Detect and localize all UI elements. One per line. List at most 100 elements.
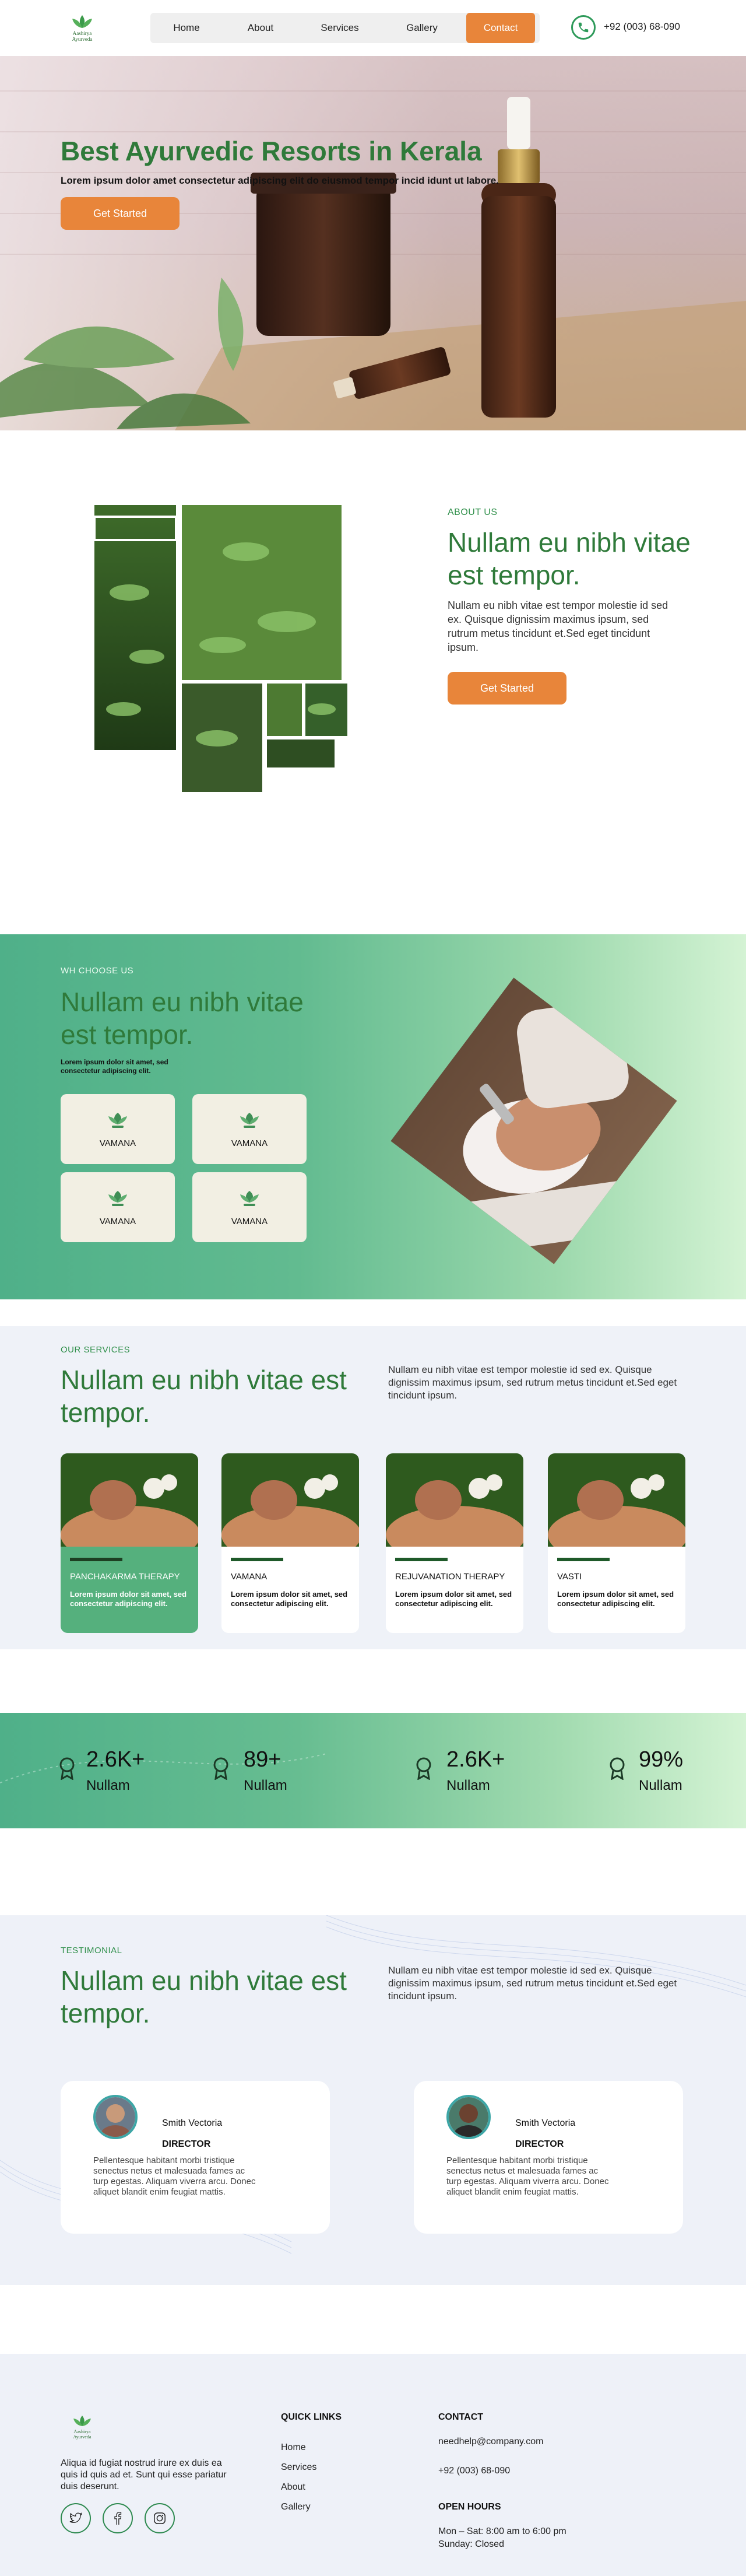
footer-link-gallery[interactable]: Gallery bbox=[281, 2502, 311, 2512]
herb-icon bbox=[240, 1112, 259, 1128]
footer-link-services[interactable]: Services bbox=[281, 2462, 316, 2473]
main-nav: Home About Services Gallery Contact bbox=[150, 13, 540, 43]
instagram-icon[interactable] bbox=[145, 2503, 175, 2533]
why-text: Lorem ipsum dolor sit amet, sed consecte… bbox=[61, 1058, 168, 1075]
accent-bar bbox=[231, 1558, 283, 1561]
footer-logo-line-1: Aashirya bbox=[74, 2429, 91, 2434]
service-desc: Lorem ipsum dolor sit amet, sed consecte… bbox=[557, 1590, 674, 1608]
service-photo bbox=[221, 1453, 359, 1564]
footer-logo[interactable]: Aashirya Ayurveda bbox=[65, 2413, 99, 2441]
services-label: OUR SERVICES bbox=[61, 1345, 131, 1355]
herb-icon bbox=[108, 1112, 127, 1128]
stat-label: Nullam bbox=[446, 1778, 490, 1793]
stat-value: 89+ bbox=[244, 1747, 281, 1772]
service-photo bbox=[548, 1453, 685, 1564]
review-quote: Pellentesque habitant morbi tristique se… bbox=[446, 2156, 609, 2197]
why-card[interactable]: VAMANA bbox=[61, 1094, 175, 1164]
why-card-label: VAMANA bbox=[99, 1138, 136, 1148]
service-desc: Lorem ipsum dolor sit amet, sed consecte… bbox=[231, 1590, 348, 1608]
service-card[interactable]: VAMANA Lorem ipsum dolor sit amet, sed c… bbox=[221, 1453, 359, 1633]
open-hours-heading: OPEN HOURS bbox=[438, 2502, 501, 2512]
why-card-label: VAMANA bbox=[231, 1138, 268, 1148]
nav-gallery[interactable]: Gallery bbox=[381, 13, 463, 43]
herb-icon bbox=[108, 1190, 127, 1206]
why-card[interactable]: VAMANA bbox=[192, 1172, 307, 1242]
service-photo bbox=[61, 1453, 198, 1564]
footer-phone[interactable]: +92 (003) 68-090 bbox=[438, 2466, 510, 2476]
nav-services[interactable]: Services bbox=[298, 13, 381, 43]
avatar bbox=[446, 2095, 491, 2139]
award-icon bbox=[416, 1757, 431, 1780]
about-label: ABOUT US bbox=[448, 507, 498, 517]
hours-weekdays: Mon – Sat: 8:00 am to 6:00 pm bbox=[438, 2526, 566, 2536]
stat-label: Nullam bbox=[639, 1778, 682, 1793]
avatar bbox=[93, 2095, 138, 2139]
service-name: VAMANA bbox=[231, 1572, 268, 1582]
review-quote: Pellentesque habitant morbi tristique se… bbox=[93, 2156, 256, 2197]
twitter-icon[interactable] bbox=[61, 2503, 91, 2533]
brand-logo[interactable]: Aashirya Ayurveda bbox=[64, 12, 100, 44]
nav-home[interactable]: Home bbox=[150, 13, 223, 43]
reviewer-role: DIRECTOR bbox=[515, 2139, 564, 2149]
reviewer-name: Smith Vectoria bbox=[515, 2118, 576, 2128]
contact-heading: CONTACT bbox=[438, 2412, 484, 2422]
about-text: Nullam eu nibh vitae est tempor molestie… bbox=[448, 600, 668, 653]
accent-bar bbox=[70, 1558, 122, 1561]
services-title: Nullam eu nibh vitae est tempor. bbox=[61, 1365, 347, 1428]
service-name: REJUVANATION THERAPY bbox=[395, 1572, 505, 1582]
why-label: WH CHOOSE US bbox=[61, 966, 134, 976]
facebook-icon[interactable] bbox=[103, 2503, 133, 2533]
hero-get-started-button[interactable]: Get Started bbox=[61, 197, 180, 230]
accent-bar bbox=[557, 1558, 610, 1561]
logo-line-1: Aashirya bbox=[73, 30, 92, 36]
hours-sunday: Sunday: Closed bbox=[438, 2539, 504, 2549]
stat-value: 2.6K+ bbox=[86, 1747, 145, 1772]
phone-icon[interactable] bbox=[571, 15, 596, 40]
service-desc: Lorem ipsum dolor sit amet, sed consecte… bbox=[70, 1590, 187, 1608]
about-image-collage bbox=[94, 505, 347, 792]
hero-section bbox=[0, 56, 746, 430]
accent-bar bbox=[395, 1558, 448, 1561]
why-title: Nullam eu nibh vitae est tempor. bbox=[61, 987, 304, 1050]
award-icon bbox=[213, 1757, 228, 1780]
header-phone[interactable]: +92 (003) 68-090 bbox=[604, 21, 680, 33]
logo-line-2: Ayurveda bbox=[72, 36, 93, 42]
about-get-started-button[interactable]: Get Started bbox=[448, 672, 566, 705]
quick-links-heading: QUICK LINKS bbox=[281, 2412, 342, 2422]
footer-link-home[interactable]: Home bbox=[281, 2442, 306, 2453]
hero-title: Best Ayurvedic Resorts in Kerala bbox=[61, 136, 482, 166]
footer-about-text: Aliqua id fugiat nostrud irure ex duis e… bbox=[61, 2458, 227, 2491]
nav-contact[interactable]: Contact bbox=[466, 13, 535, 43]
footer-email[interactable]: needhelp@company.com bbox=[438, 2437, 544, 2447]
service-desc: Lorem ipsum dolor sit amet, sed consecte… bbox=[395, 1590, 512, 1608]
hero-subtitle: Lorem ipsum dolor amet consectetur adipi… bbox=[61, 175, 499, 186]
reviewer-name: Smith Vectoria bbox=[162, 2118, 223, 2128]
service-card[interactable]: REJUVANATION THERAPY Lorem ipsum dolor s… bbox=[386, 1453, 523, 1633]
services-text: Nullam eu nibh vitae est tempor molestie… bbox=[388, 1364, 677, 1401]
why-card-label: VAMANA bbox=[99, 1216, 136, 1226]
reviewer-role: DIRECTOR bbox=[162, 2139, 211, 2149]
why-card-label: VAMANA bbox=[231, 1216, 268, 1226]
testimonial-title: Nullam eu nibh vitae est tempor. bbox=[61, 1965, 347, 2028]
service-photo bbox=[386, 1453, 523, 1564]
herb-icon bbox=[240, 1190, 259, 1206]
footer-logo-line-2: Ayurveda bbox=[73, 2434, 92, 2440]
why-card[interactable]: VAMANA bbox=[192, 1094, 307, 1164]
testimonial-card: Smith Vectoria DIRECTOR Pellentesque hab… bbox=[61, 2081, 330, 2234]
service-name: PANCHAKARMA THERAPY bbox=[70, 1572, 180, 1582]
award-icon bbox=[610, 1757, 625, 1780]
stat-value: 99% bbox=[639, 1747, 684, 1772]
facial-treatment-image bbox=[389, 976, 678, 1266]
service-name: VASTI bbox=[557, 1572, 582, 1582]
testimonial-text: Nullam eu nibh vitae est tempor molestie… bbox=[388, 1965, 677, 2002]
testimonial-label: TESTIMONIAL bbox=[61, 1946, 122, 1955]
service-card[interactable]: PANCHAKARMA THERAPY Lorem ipsum dolor si… bbox=[61, 1453, 198, 1633]
footer-link-about[interactable]: About bbox=[281, 2482, 305, 2493]
nav-about[interactable]: About bbox=[223, 13, 298, 43]
stat-label: Nullam bbox=[86, 1778, 130, 1793]
testimonial-card: Smith Vectoria DIRECTOR Pellentesque hab… bbox=[414, 2081, 683, 2234]
stat-label: Nullam bbox=[244, 1778, 287, 1793]
about-title: Nullam eu nibh vitae est tempor. bbox=[448, 527, 691, 590]
why-card[interactable]: VAMANA bbox=[61, 1172, 175, 1242]
service-card[interactable]: VASTI Lorem ipsum dolor sit amet, sed co… bbox=[548, 1453, 685, 1633]
